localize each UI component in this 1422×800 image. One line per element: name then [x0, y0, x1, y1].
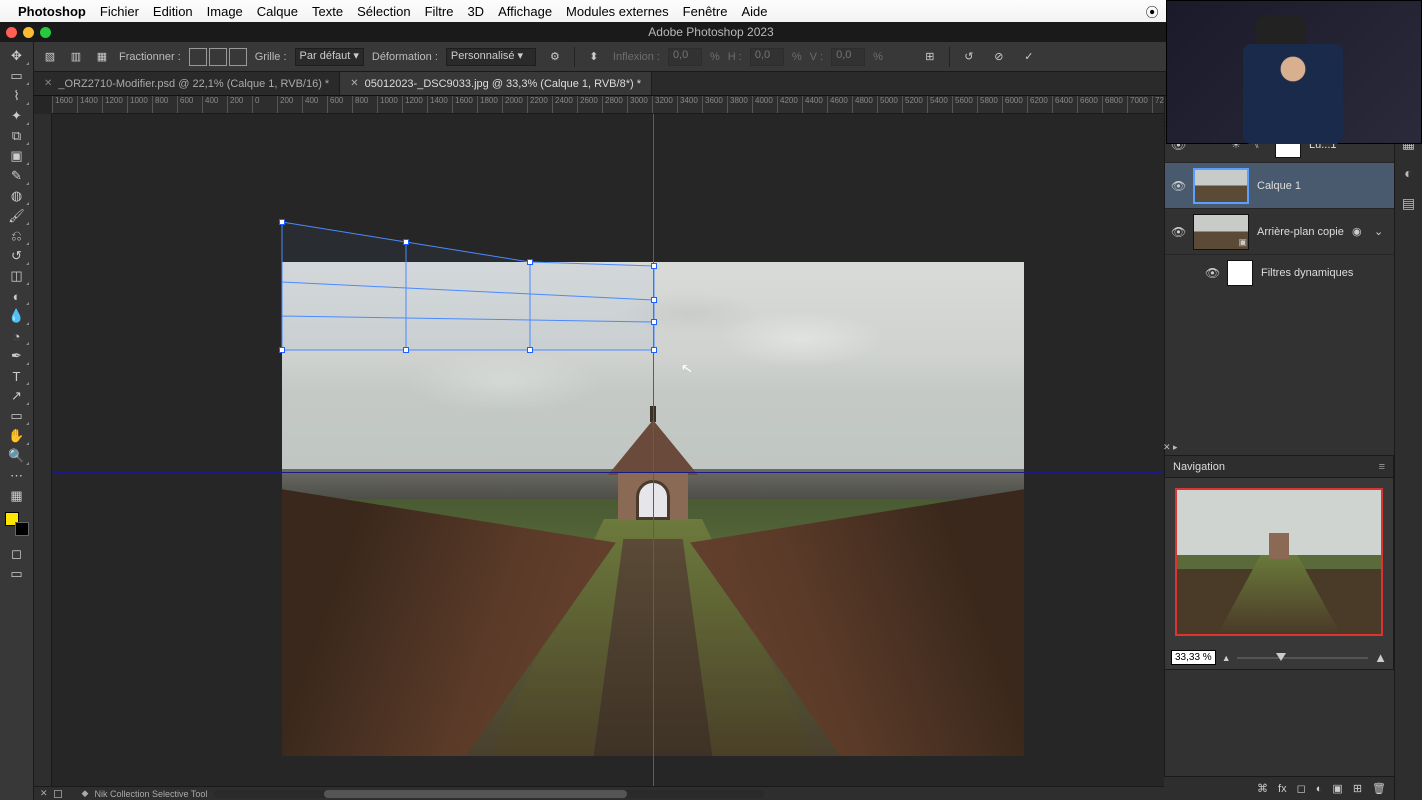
guide-horizontal[interactable] — [52, 472, 1164, 473]
menu-3d[interactable]: 3D — [467, 4, 484, 19]
deformation-select[interactable]: Personnalisé ▾ — [446, 48, 536, 66]
warp-tool-icon[interactable]: ▧ — [41, 48, 59, 66]
status-bar: ✕ ◆ Nik Collection Selective Tool ‹ › — [34, 786, 1164, 800]
split-cross-icon[interactable]: ▦ — [93, 48, 111, 66]
window-title: Adobe Photoshop 2023 — [648, 25, 773, 39]
window-zoom-icon[interactable] — [40, 27, 51, 38]
gear-icon[interactable]: ⚙ — [544, 46, 566, 68]
canvas-stage[interactable]: ↖ — [52, 114, 1164, 786]
horizontal-scrollbar[interactable] — [214, 790, 764, 798]
layer-thumb[interactable] — [1193, 168, 1249, 204]
layer-row[interactable]: 👁 ▣ Arrière-plan copie ◉ ⌄ — [1165, 208, 1394, 254]
navigation-panel: ✕ ▸Navigation≡ 33,33 % ▲ ▲ — [1164, 455, 1394, 670]
document-tab[interactable]: ✕05012023-_DSC9033.jpg @ 33,3% (Calque 1… — [340, 72, 652, 95]
v-value: 0,0 — [831, 48, 865, 66]
move-tool-icon[interactable]: ✥ — [4, 46, 30, 66]
chevron-down-icon[interactable]: ⌄ — [1374, 225, 1388, 238]
webcam-overlay — [1166, 0, 1422, 144]
adjustment-layer-icon[interactable]: ◐ — [1316, 783, 1323, 795]
canvas-area: 1600140012001000800600400200020040060080… — [34, 96, 1164, 800]
grid-3x3-icon[interactable] — [189, 48, 207, 66]
delete-icon[interactable]: 🗑 — [1372, 782, 1386, 795]
tray-icon[interactable]: ⦿ — [1146, 5, 1159, 20]
menu-image[interactable]: Image — [207, 4, 243, 19]
layer-thumb[interactable]: ▣ — [1193, 214, 1249, 250]
warp-orientation-icon[interactable]: ⬍ — [583, 46, 605, 68]
zoom-in-icon[interactable]: ▲ — [1374, 650, 1387, 665]
zoom-value[interactable]: 33,33 % — [1171, 650, 1216, 665]
new-layer-icon[interactable]: ⊞ — [1353, 782, 1362, 795]
menu-edition[interactable]: Edition — [153, 4, 193, 19]
visibility-icon[interactable]: 👁 — [1171, 225, 1185, 239]
close-tab-icon[interactable]: ✕ — [44, 78, 52, 89]
window-minimize-icon[interactable] — [23, 27, 34, 38]
plugin-name: Nik Collection Selective Tool — [94, 789, 207, 799]
menu-aide[interactable]: Aide — [741, 4, 767, 19]
reset-icon[interactable]: ↺ — [958, 46, 980, 68]
window-close-icon[interactable] — [6, 27, 17, 38]
h-label: H : — [728, 51, 742, 63]
fx-icon[interactable]: fx — [1278, 783, 1287, 795]
v-label: V : — [810, 51, 823, 63]
menu-fenetre[interactable]: Fenêtre — [683, 4, 728, 19]
deformation-label: Déformation : — [372, 51, 438, 63]
panels-column: Verrou : ▦ 🖌 ✥ 🔒 👁 ☀ ⑊ Lu...1 👁 — [1164, 96, 1394, 800]
grid-cols-icon[interactable] — [209, 48, 227, 66]
fractionner-label: Fractionner : — [119, 51, 181, 63]
link-layers-icon[interactable]: ⌘ — [1257, 782, 1268, 795]
status-view-icon[interactable] — [54, 790, 62, 798]
menu-fichier[interactable]: Fichier — [100, 4, 139, 19]
panel-menu-icon[interactable]: ≡ — [1379, 461, 1385, 473]
visibility-icon[interactable]: 👁 — [1171, 179, 1185, 193]
guide-vertical[interactable] — [653, 114, 654, 786]
menu-affichage[interactable]: Affichage — [498, 4, 552, 19]
navigator-thumb[interactable] — [1175, 488, 1383, 636]
anchor-icon[interactable]: ⊞ — [919, 46, 941, 68]
status-close-icon[interactable]: ✕ — [40, 788, 48, 799]
ruler-horizontal[interactable]: 1600140012001000800600400200020040060080… — [52, 96, 1164, 114]
menu-texte[interactable]: Texte — [312, 4, 343, 19]
mask-icon[interactable]: ◻ — [1297, 782, 1306, 795]
grille-label: Grille : — [255, 51, 287, 63]
layers-footer: ⌘ fx ◻ ◐ ▣ ⊞ 🗑 — [1164, 776, 1394, 800]
panel-title[interactable]: Navigation — [1173, 461, 1225, 473]
grid-rows-icon[interactable] — [229, 48, 247, 66]
collapsed-panels-strip: ◧ ▦ ◐ ▤ — [1394, 96, 1422, 800]
cancel-icon[interactable]: ⊘ — [988, 46, 1010, 68]
layer-row[interactable]: 👁 Filtres dynamiques — [1165, 254, 1394, 290]
close-tab-icon[interactable]: ✕ — [350, 78, 358, 89]
menu-modules[interactable]: Modules externes — [566, 4, 669, 19]
layers-panel: 👁 ☀ ⑊ Lu...1 👁 Calque 1 👁 ▣ Arrière-plan… — [1165, 122, 1394, 294]
smart-filter-icon[interactable]: ◉ — [1352, 225, 1366, 238]
visibility-icon[interactable]: 👁 — [1205, 266, 1219, 280]
menu-calque[interactable]: Calque — [257, 4, 298, 19]
properties-panel-icon[interactable]: ▤ — [1398, 192, 1420, 214]
group-icon[interactable]: ▣ — [1332, 782, 1342, 795]
panel-close-icon[interactable]: ✕ ▸ — [1163, 442, 1178, 453]
commit-icon[interactable]: ✓ — [1018, 46, 1040, 68]
menu-selection[interactable]: Sélection — [357, 4, 410, 19]
app-name[interactable]: Photoshop — [18, 4, 86, 19]
layer-row[interactable]: 👁 Calque 1 — [1165, 162, 1394, 208]
grille-select[interactable]: Par défaut ▾ — [295, 48, 364, 66]
inflexion-label: Inflexion : — [613, 51, 660, 63]
inflexion-value: 0,0 — [668, 48, 702, 66]
marquee-tool-icon[interactable]: ▭ — [4, 66, 30, 86]
split-icon[interactable]: ▥ — [67, 48, 85, 66]
zoom-slider[interactable] — [1237, 657, 1369, 659]
zoom-out-icon[interactable]: ▲ — [1222, 653, 1231, 663]
ruler-vertical[interactable] — [34, 114, 52, 800]
adjustments-panel-icon[interactable]: ◐ — [1398, 162, 1420, 184]
menu-filtre[interactable]: Filtre — [425, 4, 454, 19]
h-value: 0,0 — [750, 48, 784, 66]
filter-mask-thumb[interactable] — [1227, 260, 1253, 286]
warp-mesh[interactable] — [282, 222, 654, 352]
document-tab[interactable]: ✕_ORZ2710-Modifier.psd @ 22,1% (Calque 1… — [34, 72, 340, 95]
plugin-icon: ◆ — [82, 788, 89, 799]
